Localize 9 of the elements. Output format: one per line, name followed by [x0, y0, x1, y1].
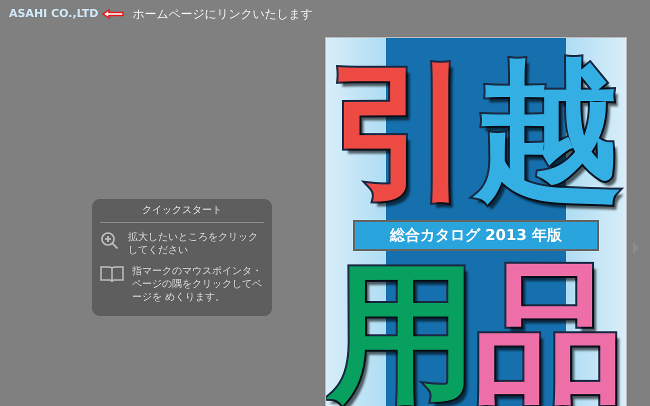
open-book-icon [100, 265, 124, 283]
zoom-in-icon [100, 231, 120, 251]
left-arrow-icon [102, 9, 124, 19]
panel-title: クイックスタート [141, 204, 223, 218]
company-link[interactable]: ASAHI CO.,LTD [9, 6, 98, 22]
cover-subtitle: 総合カタログ 2013 年版 [353, 220, 599, 250]
instruction-text: 拡大したいところをクリックしてください [128, 231, 259, 257]
link-note: ホームページにリンクいたします [132, 6, 312, 23]
instruction-text: 指マークのマウスポインタ・ページの隅をクリックしてページを めくります。 [132, 265, 263, 304]
